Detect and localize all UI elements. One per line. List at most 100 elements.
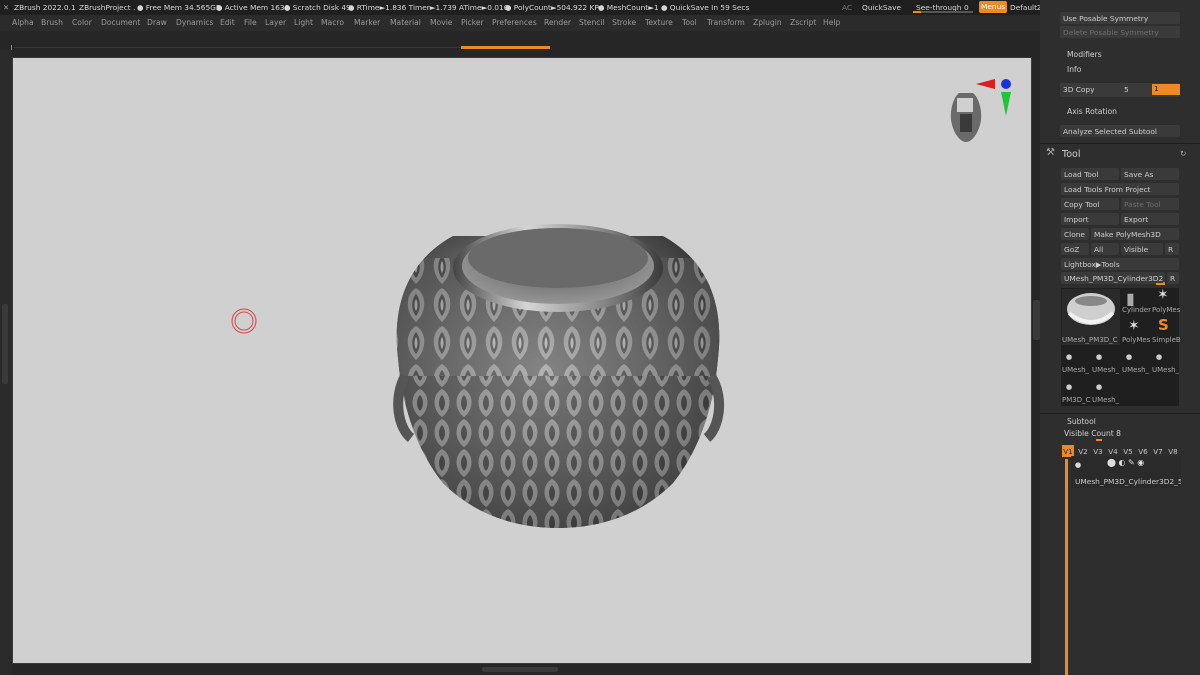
current-tool-slider-fill <box>1156 283 1165 285</box>
title-dot: . <box>133 3 136 12</box>
subtool-list-scrollbar[interactable] <box>1065 459 1068 675</box>
menu-stroke[interactable]: Stroke <box>612 18 636 27</box>
goz-visible-button[interactable]: Visible <box>1121 243 1163 255</box>
make-polymesh-button[interactable]: Make PolyMesh3D <box>1091 228 1179 240</box>
menu-dynamics[interactable]: Dynamics <box>176 18 213 27</box>
active-menu-indicator <box>461 46 550 49</box>
import-button[interactable]: Import <box>1061 213 1119 225</box>
left-shelf-handle[interactable] <box>2 304 8 384</box>
goz-button[interactable]: GoZ <box>1061 243 1089 255</box>
bottom-shelf-handle[interactable] <box>482 667 558 672</box>
menus-toggle[interactable]: Menus <box>979 1 1008 13</box>
thumb-polymesh[interactable]: PolyMes <box>1152 306 1180 314</box>
menu-render[interactable]: Render <box>544 18 571 27</box>
menu-tool[interactable]: Tool <box>682 18 697 27</box>
thumb-umesh-1[interactable]: UMesh_ <box>1062 366 1090 374</box>
menu-preferences[interactable]: Preferences <box>492 18 537 27</box>
goz-all-button[interactable]: All <box>1091 243 1119 255</box>
current-tool-r-button[interactable]: R <box>1167 272 1179 284</box>
menu-help[interactable]: Help <box>823 18 840 27</box>
thumb-polymesh-2[interactable]: PolyMes <box>1122 336 1152 344</box>
use-posable-symmetry-button[interactable]: Use Posable Symmetry <box>1060 12 1180 24</box>
menu-file[interactable]: File <box>244 18 257 27</box>
active-mem: ● Active Mem 1638 <box>216 3 290 12</box>
umesh-thumb-icon-5: ⏺ <box>1096 380 1103 394</box>
goz-r-button[interactable]: R <box>1165 243 1179 255</box>
subtool-list-item[interactable]: ⏺ ⬤ ◐ ✎ ◉ UMesh_PM3D_Cylinder3D2_5 <box>1071 456 1181 488</box>
visible-count-fill <box>1096 439 1102 441</box>
sculpted-vase-model[interactable] <box>393 224 725 538</box>
menu-document[interactable]: Document <box>101 18 140 27</box>
right-shelf-handle[interactable] <box>1033 300 1040 340</box>
clone-button[interactable]: Clone <box>1061 228 1089 240</box>
menu-stencil[interactable]: Stencil <box>579 18 605 27</box>
navigation-gizmo[interactable] <box>950 79 1011 142</box>
copy3d-value: 5 <box>1124 85 1129 94</box>
modifiers-subpalette[interactable]: Modifiers <box>1067 50 1102 59</box>
menu-color[interactable]: Color <box>72 18 92 27</box>
menu-draw[interactable]: Draw <box>147 18 167 27</box>
hammer-icon: ⚒ <box>1046 147 1055 158</box>
current-tool-slider[interactable]: UMesh_PM3D_Cylinder3D2_5 <box>1061 272 1165 284</box>
menu-transform[interactable]: Transform <box>707 18 745 27</box>
thumb-umesh-4[interactable]: UMesh_ <box>1152 366 1180 374</box>
pm3d-thumb-icon: ⏺ <box>1066 380 1073 394</box>
menu-macro[interactable]: Macro <box>321 18 344 27</box>
menu-marker[interactable]: Marker <box>354 18 380 27</box>
menu-zscript[interactable]: Zscript <box>790 18 816 27</box>
menu-bar: Alpha Brush Color Document Draw Dynamics… <box>0 15 1040 31</box>
subtool-subpalette[interactable]: Subtool <box>1067 417 1096 426</box>
thumb-umesh-5[interactable]: UMesh_ <box>1092 396 1120 404</box>
ac-toggle[interactable]: AC <box>842 3 852 12</box>
right-tray: Use Posable Symmetry Delete Posable Symm… <box>1040 0 1200 675</box>
menu-layer[interactable]: Layer <box>265 18 286 27</box>
polycount: ● PolyCount►504.922 KP <box>505 3 599 12</box>
copy3d-field[interactable]: 1 <box>1152 84 1180 95</box>
quicksave-timer: ● QuickSave In 59 Secs <box>661 3 750 12</box>
zbrush-logo-icon: ✕ <box>3 3 10 12</box>
menu-zplugin[interactable]: Zplugin <box>753 18 782 27</box>
tool-thumb-main[interactable]: UMesh_PM3D_C <box>1062 289 1120 345</box>
export-button[interactable]: Export <box>1121 213 1179 225</box>
copy-tool-button[interactable]: Copy Tool <box>1061 198 1119 210</box>
simplebrush-s-icon: S <box>1158 316 1169 334</box>
menu-movie[interactable]: Movie <box>430 18 452 27</box>
subtool-visibility-icons[interactable]: ⬤ ◐ ✎ ◉ <box>1107 458 1144 467</box>
thumb-pm3d[interactable]: PM3D_C <box>1062 396 1092 404</box>
axis-rotation-subpalette[interactable]: Axis Rotation <box>1067 107 1117 116</box>
thumb-umesh-2[interactable]: UMesh_ <box>1092 366 1120 374</box>
load-tool-button[interactable]: Load Tool <box>1061 168 1119 180</box>
lightbox-tools-button[interactable]: Lightbox▶Tools <box>1061 258 1179 270</box>
see-through-slider[interactable] <box>913 11 973 13</box>
analyze-subtool-button[interactable]: Analyze Selected Subtool <box>1060 125 1180 137</box>
document-canvas[interactable] <box>12 57 1032 664</box>
refresh-icon[interactable]: ↻ <box>1180 149 1186 158</box>
menu-brush[interactable]: Brush <box>41 18 63 27</box>
free-mem: ● Free Mem 34.565GB <box>137 3 221 12</box>
paste-tool-button[interactable]: Paste Tool <box>1121 198 1179 210</box>
app-version: ZBrush 2022.0.1 <box>14 3 76 12</box>
save-as-button[interactable]: Save As <box>1121 168 1179 180</box>
menu-material[interactable]: Material <box>390 18 421 27</box>
menu-alpha[interactable]: Alpha <box>12 18 34 27</box>
polymesh-star-icon: ✶ <box>1157 287 1169 303</box>
menu-picker[interactable]: Picker <box>461 18 484 27</box>
delete-posable-symmetry-button[interactable]: Delete Posable Symmetry <box>1060 26 1180 38</box>
subtool-thumb-icon: ⏺ <box>1075 458 1082 472</box>
load-tools-from-project-button[interactable]: Load Tools From Project <box>1061 183 1179 195</box>
copy3d-slider[interactable]: 3D Copy 5 1 <box>1060 83 1180 97</box>
menu-edit[interactable]: Edit <box>220 18 235 27</box>
thumb-simpleb[interactable]: SimpleB <box>1152 336 1180 344</box>
canvas-drawing[interactable] <box>13 58 1033 665</box>
thumb-cylinder[interactable]: Cylinder <box>1122 306 1152 314</box>
quicksave-button[interactable]: QuickSave <box>862 3 901 12</box>
menu-texture[interactable]: Texture <box>645 18 673 27</box>
meshcount: ● MeshCount►1 <box>598 3 659 12</box>
umesh-thumb-icon-3: ⏺ <box>1126 350 1133 364</box>
visible-count-slider[interactable]: Visible Count 8 <box>1064 429 1121 438</box>
tool-palette-title[interactable]: Tool <box>1062 149 1080 160</box>
menu-light[interactable]: Light <box>294 18 313 27</box>
thumb-umesh-3[interactable]: UMesh_ <box>1122 366 1150 374</box>
info-subpalette[interactable]: Info <box>1067 65 1081 74</box>
copy3d-label: 3D Copy <box>1063 85 1095 94</box>
